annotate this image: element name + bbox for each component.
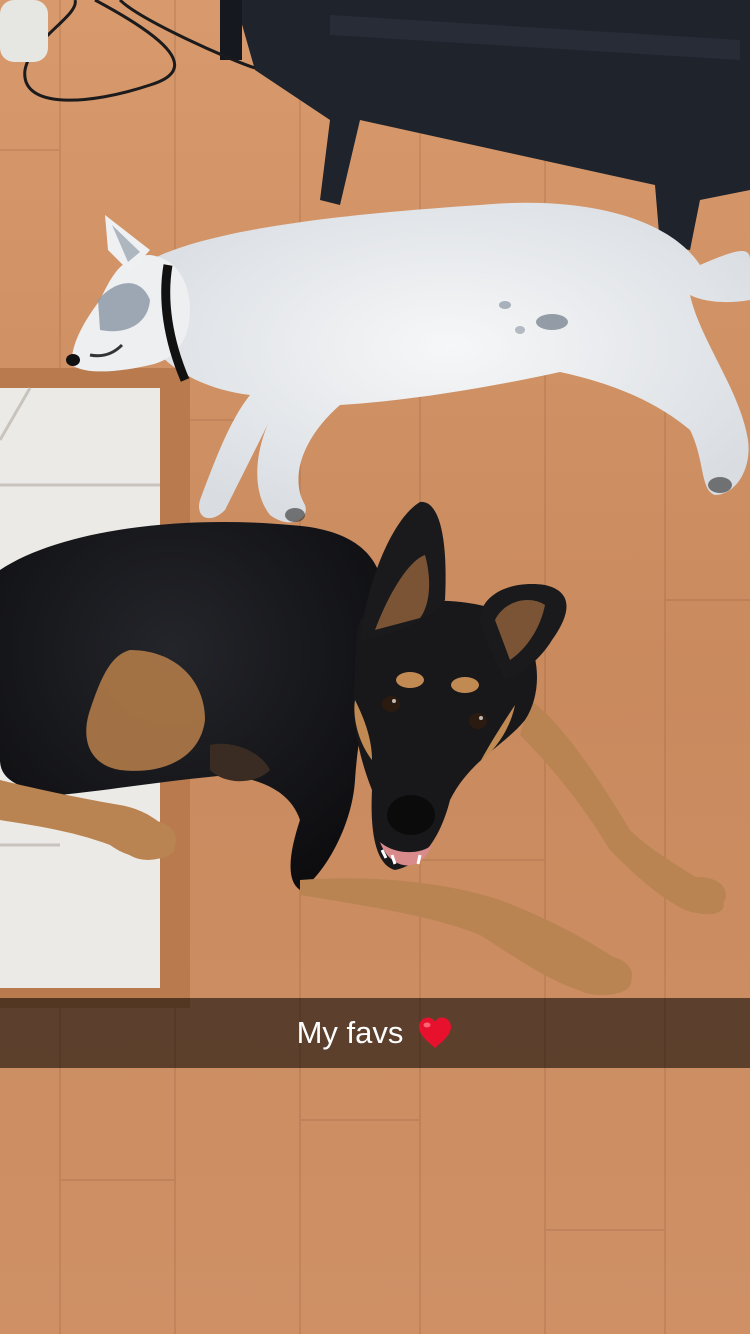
caption-bar: My favs <box>0 998 750 1068</box>
photo-scene <box>0 0 750 1334</box>
appliance-base <box>0 0 48 62</box>
red-heart-icon <box>417 1015 453 1051</box>
caption-text: My favs <box>296 1015 404 1050</box>
snap-photo: My favs <box>0 0 750 1334</box>
